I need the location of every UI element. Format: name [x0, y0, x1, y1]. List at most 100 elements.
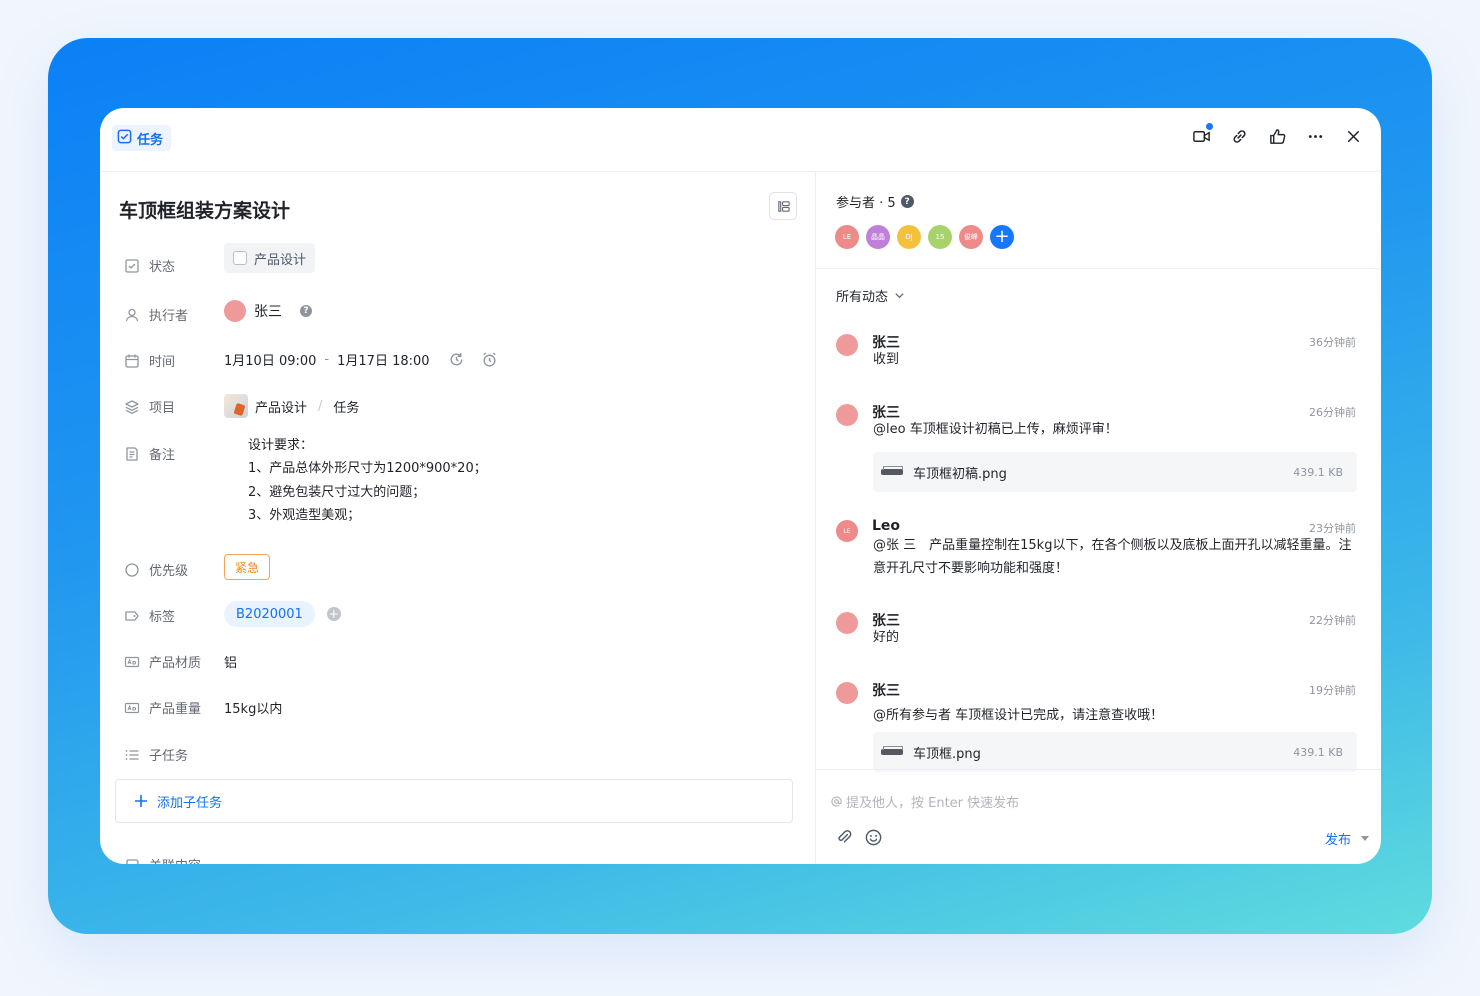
participant-avatar[interactable]: DJ [897, 225, 921, 249]
layout-toggle-button[interactable] [769, 192, 797, 220]
status-label: 产品设计 [254, 252, 307, 268]
field-tags: 标签 [123, 606, 239, 625]
comment-input-placeholder: 提及他人，按 Enter 快速发布 [846, 796, 1020, 811]
file-name: 车顶框.png [913, 746, 981, 762]
status-chip[interactable]: 产品设计 [224, 243, 316, 273]
field-material: 产品材质 [123, 652, 239, 671]
task-detail-window: 任务 车顶框组装方案设计 状态 产品设计 执行者 张三 ? 时间 1月10日 0… [100, 108, 1381, 864]
add-participant-button[interactable]: + [990, 225, 1014, 249]
notes-line: 设计要求： [248, 438, 314, 453]
add-subtask-label: 添加子任务 [157, 795, 223, 811]
plus-icon [135, 795, 147, 807]
publish-button[interactable]: 发布 [1325, 829, 1369, 848]
publish-label: 发布 [1324, 833, 1351, 848]
comment-text: @leo 车顶框设计初稿已上传，麻烦评审！ [873, 422, 1118, 437]
close-icon[interactable] [1343, 126, 1363, 146]
calendar-icon [123, 352, 140, 369]
status-checkbox[interactable] [233, 251, 247, 265]
comment-input[interactable]: 提及他人，按 Enter 快速发布 [831, 792, 1019, 811]
note-icon [123, 445, 140, 462]
comment-author[interactable]: 张三 [872, 680, 900, 700]
attachment-icon[interactable] [835, 828, 854, 847]
text-field-icon [123, 699, 140, 716]
file-attachment[interactable]: 车顶框初稿.png 439.1 KB [873, 452, 1357, 492]
field-time: 时间 [123, 351, 239, 370]
field-label: 关联内容 [149, 855, 239, 864]
tag-icon [123, 607, 140, 624]
notes-line: 3、外观造型美观； [248, 507, 361, 523]
participant-avatar[interactable]: LE [835, 225, 859, 249]
thumbs-up-icon[interactable] [1267, 126, 1287, 146]
participant-avatar[interactable]: 15 [928, 225, 952, 249]
add-subtask-button[interactable]: 添加子任务 [115, 779, 793, 823]
tags-value: B2020001 + [224, 601, 341, 627]
activity-pane: 参与者 · 5 ? LE 晶晶 DJ 15 俊峰 + 所有动态 张三 36分钟前… [816, 172, 1381, 864]
video-icon[interactable] [1191, 123, 1213, 146]
assignee-value[interactable]: 张三 ? [224, 300, 312, 322]
link-icon[interactable] [1229, 126, 1249, 146]
notification-dot [1206, 123, 1213, 130]
avatar[interactable] [836, 612, 858, 634]
user-icon [123, 306, 140, 323]
comment-text: 收到 [873, 352, 900, 367]
priority-badge[interactable]: 紧急 [224, 554, 271, 580]
field-label: 子任务 [149, 749, 189, 764]
comment-text: @张 三 产品重量控制在15kg以下，在各个侧板以及底板上面开孔以减轻重量。注意… [873, 538, 1352, 576]
comment-text: @所有参与者 车顶框设计已完成，请注意查收哦！ [873, 708, 1164, 723]
project-value[interactable]: 产品设计 / 任务 [224, 394, 359, 418]
participant-avatar[interactable]: 晶晶 [866, 225, 890, 249]
path-separator: / [318, 398, 323, 414]
end-time[interactable]: 1月17日 18:00 [337, 350, 429, 369]
field-assignee: 执行者 [123, 305, 239, 324]
avatar[interactable] [836, 404, 858, 426]
comment-author[interactable]: Leo [872, 518, 900, 534]
weight-value[interactable]: 15kg以内 [224, 698, 282, 717]
task-type-tag[interactable]: 任务 [112, 125, 172, 151]
activity-filter-dropdown[interactable]: 所有动态 [836, 286, 905, 305]
participant-avatar[interactable]: 俊峰 [959, 225, 983, 249]
help-icon[interactable]: ? [300, 305, 312, 317]
status-value: 产品设计 [224, 243, 316, 273]
task-type-label: 任务 [137, 132, 164, 148]
layout-icon [777, 200, 790, 212]
more-icon[interactable] [1305, 126, 1325, 146]
chevron-down-icon [895, 293, 904, 299]
task-title[interactable]: 车顶框组装方案设计 [119, 196, 290, 223]
notes-line: 2、避免包装尺寸过大的问题； [248, 484, 426, 500]
project-name[interactable]: 产品设计 [255, 397, 307, 416]
field-project: 项目 [123, 397, 239, 416]
avatar[interactable]: LE [836, 520, 858, 542]
priority-value: 紧急 [224, 554, 271, 580]
checkbox-square-icon [123, 257, 140, 274]
repeat-icon[interactable] [448, 351, 465, 368]
help-icon[interactable]: ? [900, 195, 914, 208]
assignee-name: 张三 [254, 304, 282, 320]
field-label: 备注 [149, 448, 176, 463]
avatar[interactable] [836, 334, 858, 356]
material-value[interactable]: 铝 [224, 652, 237, 671]
notes-content[interactable]: 设计要求： 1、产品总体外形尺寸为1200*900*20； 2、避免包装尺寸过大… [248, 434, 487, 527]
tag-chip[interactable]: B2020001 [224, 601, 315, 627]
activity-filter-label: 所有动态 [836, 290, 889, 305]
emoji-icon[interactable] [864, 828, 883, 847]
start-time[interactable]: 1月10日 09:00 [224, 350, 316, 369]
at-icon [831, 796, 842, 807]
alarm-icon[interactable] [481, 351, 498, 368]
list-icon [123, 746, 140, 763]
add-tag-icon[interactable]: + [326, 607, 341, 621]
time-value[interactable]: 1月10日 09:00 - 1月17日 18:00 [224, 350, 498, 369]
field-priority: 优先级 [123, 560, 239, 579]
file-attachment[interactable]: 车顶框.png 439.1 KB [873, 732, 1357, 772]
text-field-icon [123, 653, 140, 670]
participants-title: 参与者 · 5 ? [836, 192, 914, 211]
task-details-pane: 车顶框组装方案设计 状态 产品设计 执行者 张三 ? 时间 1月10日 09:0… [100, 172, 816, 864]
divider [816, 769, 1381, 770]
avatar[interactable] [836, 682, 858, 704]
task-list-name[interactable]: 任务 [333, 397, 359, 416]
image-thumbnail [881, 465, 905, 479]
related-content-icon [123, 856, 140, 864]
file-size: 439.1 KB [1293, 465, 1343, 479]
notes-line: 1、产品总体外形尺寸为1200*900*20； [248, 461, 487, 477]
caret-down-icon[interactable] [1361, 836, 1369, 841]
composer-toolbar [835, 828, 883, 847]
